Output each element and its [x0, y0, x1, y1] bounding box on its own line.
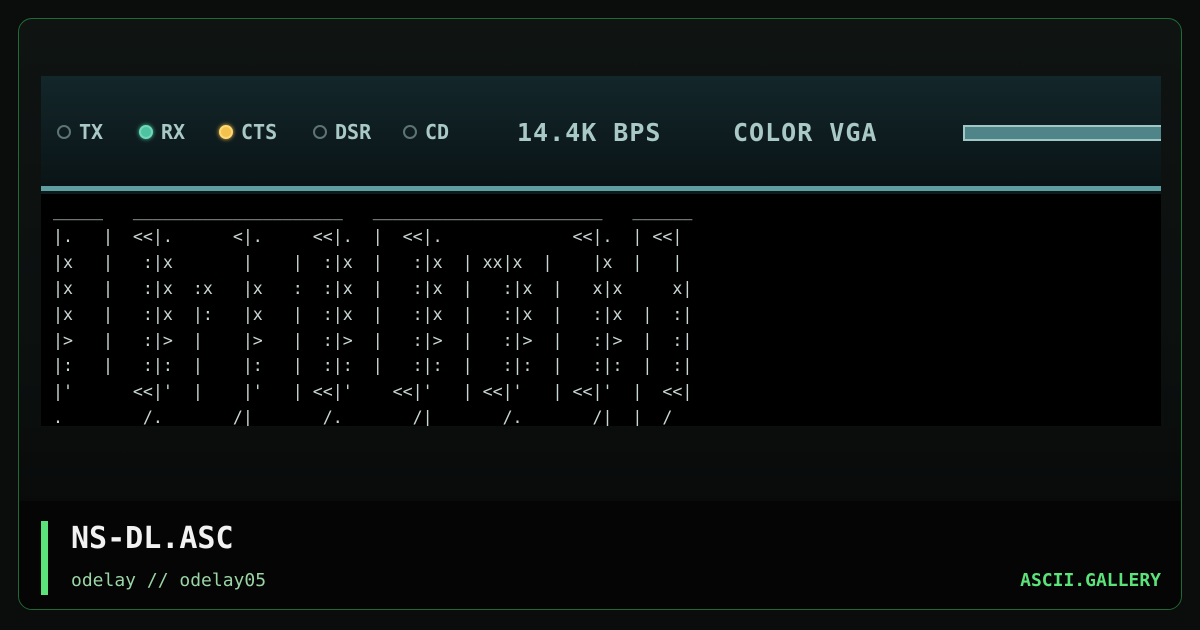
indicator-dsr: DSR [313, 120, 371, 144]
indicator-label: RX [161, 120, 186, 144]
indicator-label: TX [79, 120, 104, 144]
tx-led-icon [57, 125, 71, 139]
indicator-label: DSR [335, 120, 372, 144]
accent-bar [41, 521, 48, 595]
dsr-led-icon [313, 125, 327, 139]
indicator-tx: TX [57, 120, 103, 144]
footer-bar: NS-DL.ASC odelay // odelay05 ASCII.GALLE… [19, 501, 1181, 609]
artwork-card: TX RX CTS DSR CD 14.4K BPS COLOR VGA ___… [18, 18, 1182, 610]
transfer-progress-bar [963, 125, 1161, 141]
artwork-author: odelay // odelay05 [71, 570, 267, 591]
display-mode: COLOR VGA [733, 118, 878, 147]
cts-led-icon [219, 125, 233, 139]
indicator-label: CTS [241, 120, 278, 144]
status-divider-shadow [41, 191, 1161, 194]
indicator-cd: CD [403, 120, 449, 144]
connection-speed: 14.4K BPS [517, 118, 662, 147]
site-brand[interactable]: ASCII.GALLERY [1020, 570, 1161, 591]
artwork-title: NS-DL.ASC [71, 521, 234, 556]
progress-fill [965, 127, 1161, 139]
ascii-art: _____ _____________________ ____________… [53, 201, 693, 426]
indicator-rx: RX [139, 120, 185, 144]
indicator-label: CD [425, 120, 450, 144]
indicator-cts: CTS [219, 120, 277, 144]
modem-status-bar: TX RX CTS DSR CD 14.4K BPS COLOR VGA [41, 76, 1161, 186]
cd-led-icon [403, 125, 417, 139]
terminal-screen: TX RX CTS DSR CD 14.4K BPS COLOR VGA ___… [41, 76, 1161, 426]
rx-led-icon [139, 125, 153, 139]
